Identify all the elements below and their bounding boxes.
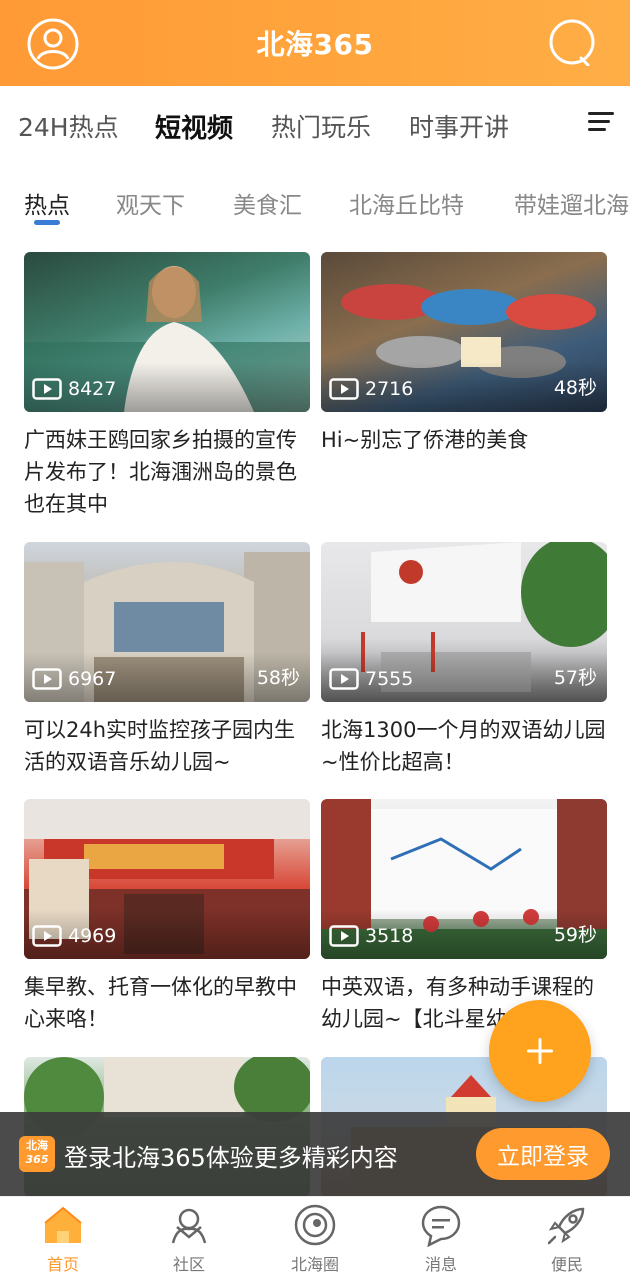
video-card[interactable]: 2716 48秒 Hi~别忘了侨港的美食 <box>321 252 607 456</box>
view-count-text: 3518 <box>365 925 414 947</box>
nav-label: 社区 <box>172 1255 205 1274</box>
logo-text-bottom: 365 <box>25 1153 49 1166</box>
video-duration: 58秒 <box>256 667 300 689</box>
tab-label: 短视频 <box>155 114 234 144</box>
subtab-hot[interactable]: 热点 <box>24 186 70 220</box>
user-icon[interactable] <box>27 18 79 70</box>
circle-icon <box>294 1204 336 1246</box>
video-card[interactable]: 6967 58秒 可以24h实时监控孩子园内生活的双语音乐幼儿园~ <box>24 542 310 778</box>
view-count-text: 4969 <box>68 925 117 947</box>
nav-label: 北海圈 <box>290 1255 339 1274</box>
view-count: 2716 <box>329 378 413 400</box>
play-icon <box>329 668 359 690</box>
nav-community[interactable]: 社区 <box>144 1203 234 1275</box>
video-card[interactable]: 3518 59秒 中英双语，有多种动手课程的幼儿园~【北斗星幼儿 <box>321 799 607 1035</box>
view-count: 6967 <box>32 668 116 690</box>
tab-hot-fun[interactable]: 热门玩乐 <box>271 108 371 144</box>
nav-label: 便民 <box>550 1255 583 1274</box>
subtab-world[interactable]: 观天下 <box>116 186 185 220</box>
view-count: 3518 <box>329 925 413 947</box>
bottom-nav: 首页 社区 北海圈 消息 便民 <box>0 1196 630 1280</box>
video-card[interactable]: 4969 集早教、托育一体化的早教中心来咯！ <box>24 799 310 1035</box>
tab-label: 24H热点 <box>18 113 119 142</box>
subtab-cupid[interactable]: 北海丘比特 <box>349 186 464 220</box>
app-title: 北海365 <box>256 28 374 61</box>
view-count-text: 6967 <box>68 668 117 690</box>
tab-news-talk[interactable]: 时事开讲 <box>409 108 509 144</box>
login-banner: 北海 365 登录北海365体验更多精彩内容 立即登录 <box>0 1112 630 1196</box>
tab-label: 热门玩乐 <box>271 113 372 142</box>
play-icon <box>329 925 359 947</box>
view-count: 7555 <box>329 668 413 690</box>
play-icon <box>32 378 62 400</box>
play-icon <box>32 668 62 690</box>
nav-label: 首页 <box>46 1255 79 1274</box>
video-thumbnail: 2716 48秒 <box>321 252 607 412</box>
view-count: 4969 <box>32 925 116 947</box>
video-thumbnail: 7555 57秒 <box>321 542 607 702</box>
logo-text-top: 北海 <box>26 1139 48 1152</box>
nav-circle[interactable]: 北海圈 <box>270 1203 360 1275</box>
video-title: 可以24h实时监控孩子园内生活的双语音乐幼儿园~ <box>24 718 296 774</box>
video-thumbnail: 6967 58秒 <box>24 542 310 702</box>
nav-services[interactable]: 便民 <box>522 1203 612 1275</box>
video-title: Hi~别忘了侨港的美食 <box>321 428 529 452</box>
rocket-icon <box>547 1207 585 1245</box>
subtab-indicator <box>34 220 60 225</box>
tab-short-video[interactable]: 短视频 <box>155 108 234 149</box>
app-logo: 北海 365 <box>19 1136 55 1172</box>
video-title: 广西妹王鸥回家乡拍摄的宣传片发布了！北海涠洲岛的景色也在其中 <box>24 428 297 516</box>
add-post-button[interactable] <box>489 1000 591 1102</box>
menu-icon[interactable] <box>586 106 618 138</box>
video-duration: 59秒 <box>553 924 597 946</box>
view-count: 8427 <box>32 378 116 400</box>
home-icon <box>44 1206 82 1243</box>
search-icon[interactable] <box>548 18 596 67</box>
community-icon <box>171 1208 207 1244</box>
video-duration: 57秒 <box>553 667 597 689</box>
video-thumbnail: 4969 <box>24 799 310 959</box>
view-count-text: 2716 <box>365 378 414 400</box>
play-icon <box>32 925 62 947</box>
nav-label: 消息 <box>424 1255 457 1274</box>
login-button[interactable]: 立即登录 <box>476 1128 610 1180</box>
subtab-food[interactable]: 美食汇 <box>233 186 302 220</box>
tab-label: 时事开讲 <box>409 113 510 142</box>
app-header: 北海365 <box>0 0 630 86</box>
video-title: 北海1300一个月的双语幼儿园~性价比超高！ <box>321 718 606 774</box>
view-count-text: 7555 <box>365 668 414 690</box>
message-icon <box>421 1205 461 1247</box>
video-thumbnail: 3518 59秒 <box>321 799 607 959</box>
tab-24h-hot[interactable]: 24H热点 <box>18 108 119 144</box>
sub-tab-bar: 热点 观天下 美食汇 北海丘比特 带娃遛北海 <box>0 172 630 232</box>
plus-icon <box>527 1038 553 1064</box>
video-card[interactable]: 7555 57秒 北海1300一个月的双语幼儿园~性价比超高！ <box>321 542 607 778</box>
video-duration: 48秒 <box>553 377 597 399</box>
subtab-kids[interactable]: 带娃遛北海 <box>514 186 629 220</box>
video-thumbnail: 8427 <box>24 252 310 412</box>
main-tab-bar: 24H热点 短视频 热门玩乐 时事开讲 <box>0 86 630 166</box>
login-prompt-text: 登录北海365体验更多精彩内容 <box>64 1144 398 1172</box>
nav-messages[interactable]: 消息 <box>396 1203 486 1275</box>
view-count-text: 8427 <box>68 378 117 400</box>
play-icon <box>329 378 359 400</box>
video-card[interactable]: 8427 广西妹王鸥回家乡拍摄的宣传片发布了！北海涠洲岛的景色也在其中 <box>24 252 310 520</box>
video-title: 集早教、托育一体化的早教中心来咯！ <box>24 975 297 1031</box>
nav-home[interactable]: 首页 <box>18 1203 108 1275</box>
